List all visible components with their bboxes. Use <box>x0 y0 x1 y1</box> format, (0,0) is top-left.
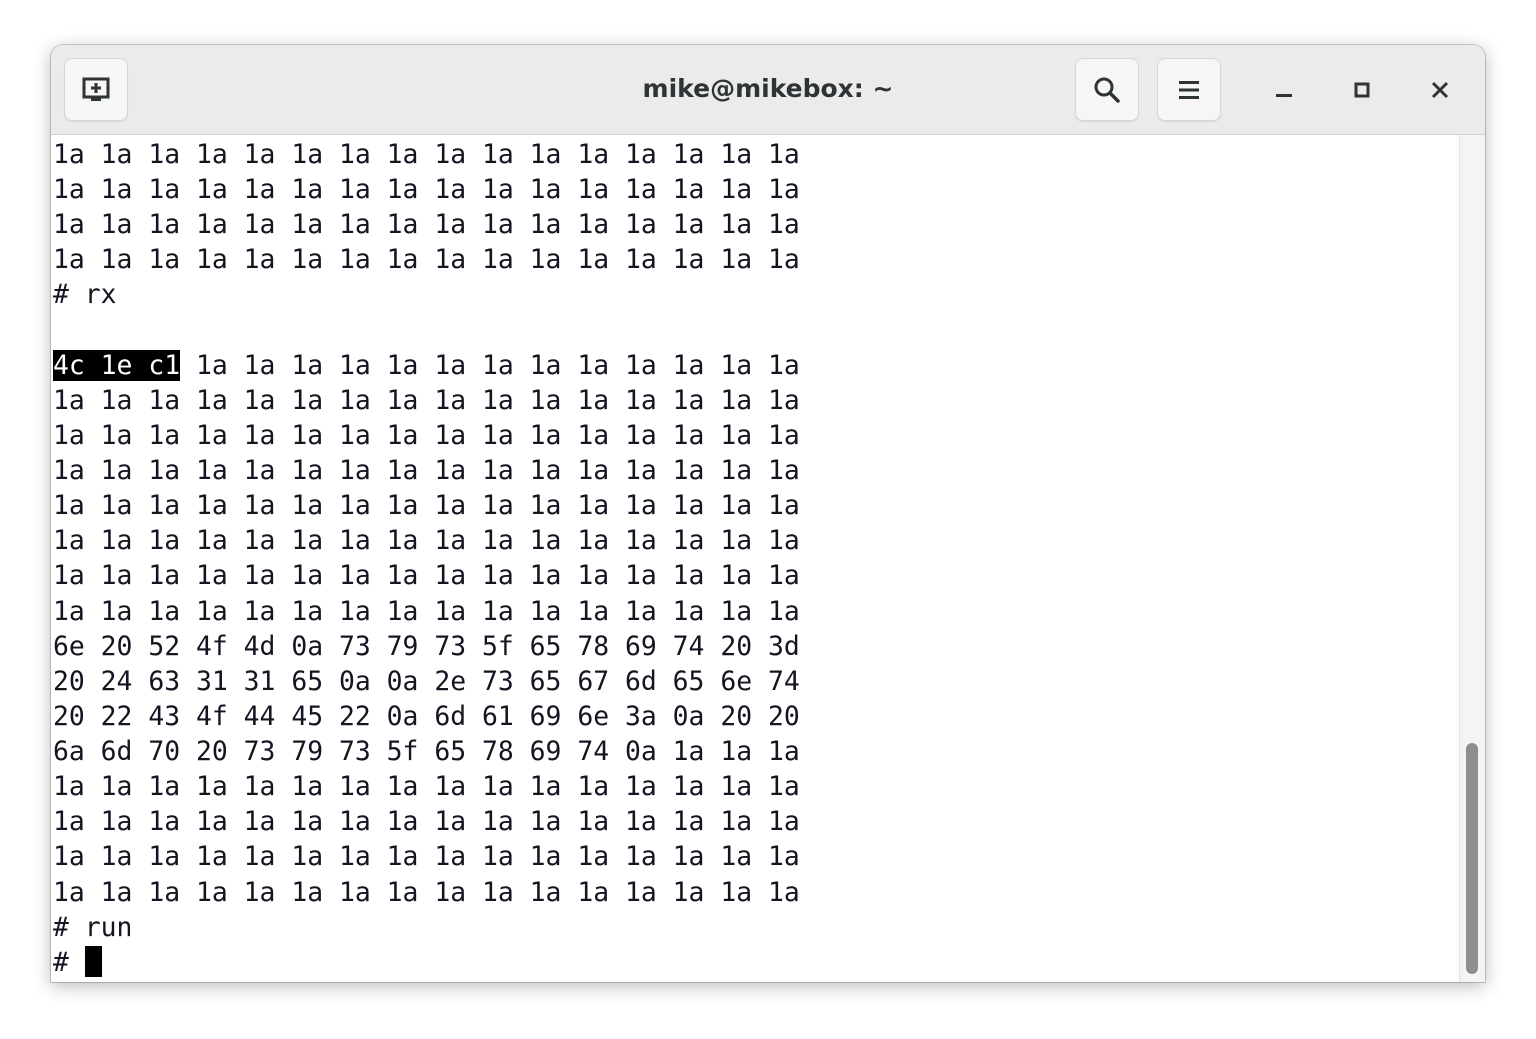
terminal-line: 1a 1a 1a 1a 1a 1a 1a 1a 1a 1a 1a 1a 1a 1… <box>53 453 800 488</box>
selected-text: 4c 1e c1 <box>53 349 181 381</box>
terminal-line-text: 1a 1a 1a 1a 1a 1a 1a 1a 1a 1a 1a 1a 1a 1… <box>53 174 800 206</box>
terminal-line: 1a 1a 1a 1a 1a 1a 1a 1a 1a 1a 1a 1a 1a 1… <box>53 207 800 242</box>
terminal-line: 1a 1a 1a 1a 1a 1a 1a 1a 1a 1a 1a 1a 1a 1… <box>53 839 800 874</box>
terminal-line: 1a 1a 1a 1a 1a 1a 1a 1a 1a 1a 1a 1a 1a 1… <box>53 488 800 523</box>
terminal-line: 4c 1e c1 1a 1a 1a 1a 1a 1a 1a 1a 1a 1a 1… <box>53 348 800 383</box>
text-cursor <box>84 945 102 977</box>
prompt-text: # <box>53 946 85 978</box>
terminal-line: 6e 20 52 4f 4d 0a 73 79 73 5f 65 78 69 7… <box>53 629 800 664</box>
terminal-line-text: 1a 1a 1a 1a 1a 1a 1a 1a 1a 1a 1a 1a 1a 1… <box>53 525 800 557</box>
close-icon <box>1431 81 1449 99</box>
terminal-line-text: 1a 1a 1a 1a 1a 1a 1a 1a 1a 1a 1a 1a 1a 1… <box>53 841 800 873</box>
terminal-line-text: # rx <box>53 279 117 311</box>
terminal-line: 1a 1a 1a 1a 1a 1a 1a 1a 1a 1a 1a 1a 1a 1… <box>53 804 800 839</box>
terminal-line: # rx <box>53 277 117 312</box>
menu-button[interactable] <box>1157 58 1221 121</box>
close-button[interactable] <box>1419 69 1461 111</box>
terminal-line-text: 1a 1a 1a 1a 1a 1a 1a 1a 1a 1a 1a 1a 1a 1… <box>53 455 800 487</box>
terminal-line: 6a 6d 70 20 73 79 73 5f 65 78 69 74 0a 1… <box>53 734 800 769</box>
terminal-line: 1a 1a 1a 1a 1a 1a 1a 1a 1a 1a 1a 1a 1a 1… <box>53 172 800 207</box>
terminal-line-text: 1a 1a 1a 1a 1a 1a 1a 1a 1a 1a 1a 1a 1a 1… <box>53 384 800 416</box>
titlebar: mike@mikebox: ~ <box>51 45 1485 135</box>
terminal-line-text: 1a 1a 1a 1a 1a 1a 1a 1a 1a 1a 1a 1a 1a 1… <box>53 771 800 803</box>
minimize-button[interactable] <box>1263 69 1305 111</box>
terminal-line: 1a 1a 1a 1a 1a 1a 1a 1a 1a 1a 1a 1a 1a 1… <box>53 769 800 804</box>
terminal-line-text: 6a 6d 70 20 73 79 73 5f 65 78 69 74 0a 1… <box>53 736 800 768</box>
maximize-icon <box>1354 82 1370 98</box>
terminal-line-text: 1a 1a 1a 1a 1a 1a 1a 1a 1a 1a 1a 1a 1a 1… <box>53 806 800 838</box>
scrollbar[interactable] <box>1459 135 1485 982</box>
terminal-line-text: 1a 1a 1a 1a 1a 1a 1a 1a 1a 1a 1a 1a 1a 1… <box>53 560 800 592</box>
terminal-line-text: 1a 1a 1a 1a 1a 1a 1a 1a 1a 1a 1a 1a 1a 1… <box>53 209 800 241</box>
terminal-line: 1a 1a 1a 1a 1a 1a 1a 1a 1a 1a 1a 1a 1a 1… <box>53 383 800 418</box>
terminal-line-text: 1a 1a 1a 1a 1a 1a 1a 1a 1a 1a 1a 1a 1a 1… <box>53 419 800 451</box>
terminal-line: 1a 1a 1a 1a 1a 1a 1a 1a 1a 1a 1a 1a 1a 1… <box>53 242 800 277</box>
terminal-line: 1a 1a 1a 1a 1a 1a 1a 1a 1a 1a 1a 1a 1a 1… <box>53 418 800 453</box>
terminal-line: 1a 1a 1a 1a 1a 1a 1a 1a 1a 1a 1a 1a 1a 1… <box>53 137 800 172</box>
search-button[interactable] <box>1075 58 1139 121</box>
terminal-line: 1a 1a 1a 1a 1a 1a 1a 1a 1a 1a 1a 1a 1a 1… <box>53 594 800 629</box>
terminal-line: 1a 1a 1a 1a 1a 1a 1a 1a 1a 1a 1a 1a 1a 1… <box>53 523 800 558</box>
terminal-window: mike@mikebox: ~ 1a 1a 1a 1a 1a 1a 1a 1a … <box>51 45 1485 982</box>
scrollbar-thumb[interactable] <box>1466 743 1478 974</box>
maximize-button[interactable] <box>1341 69 1383 111</box>
minimize-icon <box>1276 94 1292 97</box>
terminal-line-text: 6e 20 52 4f 4d 0a 73 79 73 5f 65 78 69 7… <box>53 630 800 662</box>
terminal-line-text: # run <box>53 911 133 943</box>
hamburger-menu-icon <box>1179 80 1199 99</box>
terminal-line: 1a 1a 1a 1a 1a 1a 1a 1a 1a 1a 1a 1a 1a 1… <box>53 875 800 910</box>
terminal-line-text: 20 22 43 4f 44 45 22 0a 6d 61 69 6e 3a 0… <box>53 700 800 732</box>
terminal-line-text: 20 24 63 31 31 65 0a 0a 2e 73 65 67 6d 6… <box>53 665 800 697</box>
terminal-line: 1a 1a 1a 1a 1a 1a 1a 1a 1a 1a 1a 1a 1a 1… <box>53 558 800 593</box>
prompt-line[interactable]: # <box>53 945 102 980</box>
terminal-line-text: 1a 1a 1a 1a 1a 1a 1a 1a 1a 1a 1a 1a 1a 1… <box>53 139 800 170</box>
terminal-line-text: 1a 1a 1a 1a 1a 1a 1a 1a 1a 1a 1a 1a 1a <box>180 349 800 381</box>
terminal-line: 20 22 43 4f 44 45 22 0a 6d 61 69 6e 3a 0… <box>53 699 800 734</box>
terminal-line-text: 1a 1a 1a 1a 1a 1a 1a 1a 1a 1a 1a 1a 1a 1… <box>53 595 800 627</box>
terminal-line: 20 24 63 31 31 65 0a 0a 2e 73 65 67 6d 6… <box>53 664 800 699</box>
terminal-line: # run <box>53 910 132 945</box>
terminal-output[interactable]: 1a 1a 1a 1a 1a 1a 1a 1a 1a 1a 1a 1a 1a 1… <box>51 135 1459 982</box>
terminal-line-text: 1a 1a 1a 1a 1a 1a 1a 1a 1a 1a 1a 1a 1a 1… <box>53 244 800 276</box>
search-icon <box>1094 77 1120 103</box>
terminal-line-text: 1a 1a 1a 1a 1a 1a 1a 1a 1a 1a 1a 1a 1a 1… <box>53 490 800 522</box>
terminal-line-text: 1a 1a 1a 1a 1a 1a 1a 1a 1a 1a 1a 1a 1a 1… <box>53 876 800 908</box>
